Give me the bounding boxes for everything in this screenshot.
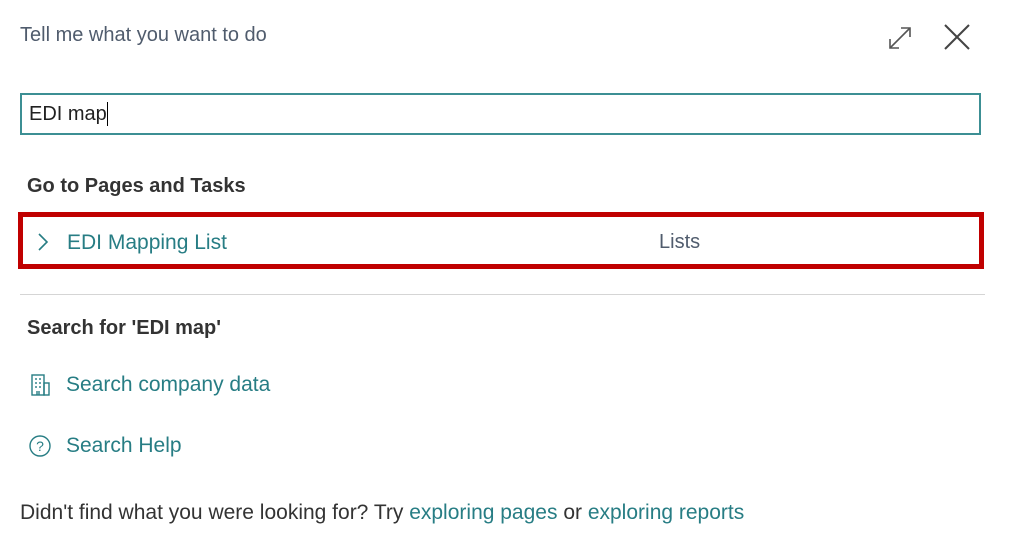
svg-text:?: ? [36, 438, 44, 454]
search-input[interactable]: EDI map [20, 93, 981, 135]
exploring-pages-link[interactable]: exploring pages [409, 501, 557, 524]
exploring-reports-link[interactable]: exploring reports [588, 501, 744, 524]
search-section-heading: Search for 'EDI map' [27, 317, 222, 339]
dialog-title: Tell me what you want to do [20, 24, 267, 46]
footer-prefix: Didn't find what you were looking for? T… [20, 501, 410, 524]
search-input-value: EDI map [29, 102, 107, 125]
search-help-link[interactable]: ? Search Help [28, 434, 182, 458]
footer-middle: or [557, 501, 588, 524]
expand-icon [889, 27, 911, 49]
help-circle-icon: ? [28, 434, 52, 458]
text-caret [106, 102, 108, 126]
search-company-data-link[interactable]: Search company data [28, 373, 270, 397]
search-help-label[interactable]: Search Help [66, 434, 182, 458]
divider [20, 294, 985, 295]
result-row-edi-mapping-list[interactable]: EDI Mapping List Lists [18, 212, 984, 269]
pages-section-heading: Go to Pages and Tasks [27, 175, 246, 197]
building-icon [28, 373, 52, 397]
search-company-data-label[interactable]: Search company data [66, 373, 270, 397]
expand-button[interactable] [884, 22, 916, 54]
chevron-right-icon [38, 233, 49, 251]
close-button[interactable] [940, 20, 974, 54]
result-label[interactable]: EDI Mapping List [67, 231, 227, 255]
footer-text: Didn't find what you were looking for? T… [20, 501, 744, 525]
close-icon [944, 24, 970, 50]
result-category: Lists [659, 231, 701, 253]
